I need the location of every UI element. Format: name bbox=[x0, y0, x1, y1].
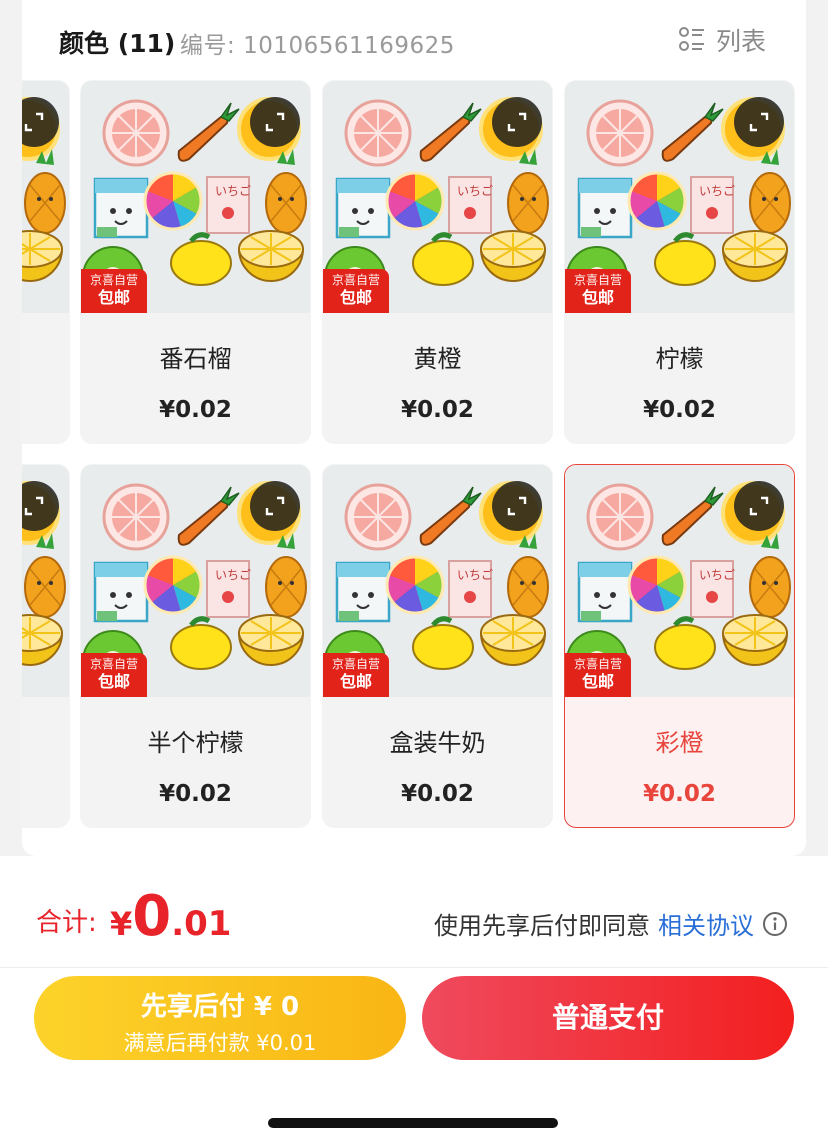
color-option-image: 京喜自营 包邮 bbox=[81, 81, 310, 313]
color-option-name: 半个柠檬 bbox=[147, 729, 244, 757]
badge-seller: 京喜自营 bbox=[573, 657, 622, 671]
expand-icon bbox=[749, 112, 769, 132]
total-currency: ¥ bbox=[110, 905, 133, 943]
free-shipping-badge: 京喜自营 包邮 bbox=[323, 269, 389, 313]
product-code-value: 10106561169625 bbox=[243, 33, 455, 59]
zoom-button[interactable] bbox=[250, 97, 300, 147]
list-view-toggle[interactable]: 列表 bbox=[678, 22, 766, 58]
zoom-button[interactable] bbox=[492, 481, 542, 531]
color-option-price: ¥0.02 bbox=[159, 781, 232, 807]
badge-seller: 京喜自营 bbox=[89, 657, 138, 671]
badge-free-shipping: 包邮 bbox=[339, 672, 372, 691]
expand-icon bbox=[507, 496, 527, 516]
total-integer: 0 bbox=[132, 884, 172, 949]
color-option-image: 京喜自营 包邮 bbox=[323, 465, 552, 697]
color-option-price: ¥0.02 bbox=[159, 397, 232, 423]
normal-pay-button[interactable]: 普通支付 bbox=[422, 976, 794, 1060]
expand-icon bbox=[265, 496, 285, 516]
color-option-name: 柠檬 bbox=[655, 345, 704, 373]
sku-selector-sheet: 颜色 (11) 编号: 10106561169625 列表 京喜自营 包邮 番石… bbox=[22, 0, 806, 856]
zoom-button[interactable] bbox=[250, 481, 300, 531]
color-option-card[interactable]: 京喜自营 包邮 番石榴 ¥0.02 bbox=[80, 80, 311, 444]
color-option-card[interactable]: 京喜自营 包邮 黄橙 ¥0.02 bbox=[322, 80, 553, 444]
color-option-price: ¥0.02 bbox=[643, 781, 716, 807]
color-option-name: 黄橙 bbox=[413, 345, 462, 373]
free-shipping-badge: 京喜自营 包邮 bbox=[565, 653, 631, 697]
color-option-price: ¥0.02 bbox=[401, 781, 474, 807]
color-option-grid: 京喜自营 包邮 番石榴 ¥0.02 京喜自营 包邮 黄橙 ¥0.02 京喜自营 … bbox=[22, 80, 806, 856]
list-view-label: 列表 bbox=[715, 27, 766, 56]
badge-free-shipping: 包邮 bbox=[97, 288, 130, 307]
sheet-header: 颜色 (11) 编号: 10106561169625 列表 bbox=[22, 0, 806, 80]
color-option-card[interactable]: 京喜自营 包邮 半个柠檬 ¥0.02 bbox=[80, 464, 311, 828]
list-view-icon bbox=[678, 27, 704, 51]
color-option-card[interactable]: 京喜自营 包邮 盒装牛奶 ¥0.02 bbox=[322, 464, 553, 828]
badge-seller: 京喜自营 bbox=[331, 273, 380, 287]
free-shipping-badge: 京喜自营 包邮 bbox=[81, 269, 147, 313]
color-count-title: 颜色 (11) bbox=[59, 29, 176, 58]
zoom-button[interactable] bbox=[734, 481, 784, 531]
color-option-image: 京喜自营 包邮 bbox=[323, 81, 552, 313]
expand-icon bbox=[749, 496, 769, 516]
color-option-card[interactable]: 京喜自营 包邮 柠檬 ¥0.02 bbox=[564, 80, 795, 444]
color-option-card-partial[interactable] bbox=[22, 464, 70, 828]
expand-icon bbox=[507, 112, 527, 132]
total-amount: ¥0.01 bbox=[110, 884, 231, 949]
color-option-name: 盒装牛奶 bbox=[389, 729, 486, 757]
color-option-image: 京喜自营 包邮 bbox=[81, 465, 310, 697]
badge-free-shipping: 包邮 bbox=[581, 288, 614, 307]
badge-free-shipping: 包邮 bbox=[339, 288, 372, 307]
agreement-text: 使用先享后付即同意 bbox=[434, 912, 650, 940]
color-option-image bbox=[22, 465, 69, 697]
badge-free-shipping: 包邮 bbox=[581, 672, 614, 691]
expand-icon bbox=[24, 496, 44, 516]
info-icon[interactable] bbox=[762, 911, 788, 937]
expand-icon bbox=[24, 112, 44, 132]
product-code-label: 编号: bbox=[180, 33, 236, 59]
color-option-image bbox=[22, 81, 69, 313]
badge-free-shipping: 包邮 bbox=[97, 672, 130, 691]
zoom-button[interactable] bbox=[492, 97, 542, 147]
free-shipping-badge: 京喜自营 包邮 bbox=[323, 653, 389, 697]
pay-later-button[interactable]: 先享后付 ¥ 0 满意后再付款 ¥0.01 bbox=[34, 976, 406, 1060]
color-option-image: 京喜自营 包邮 bbox=[565, 465, 794, 697]
product-code: 编号: 10106561169625 bbox=[180, 26, 455, 60]
badge-seller: 京喜自营 bbox=[331, 657, 380, 671]
agreement-link[interactable]: 相关协议 bbox=[658, 906, 754, 941]
total-bar: 合计: ¥0.01 使用先享后付即同意 相关协议 bbox=[0, 856, 828, 968]
color-option-price: ¥0.02 bbox=[401, 397, 474, 423]
pay-later-main-label: 先享后付 ¥ 0 bbox=[140, 992, 300, 1022]
color-option-name: 番石榴 bbox=[159, 345, 232, 373]
pay-later-sub-label: 满意后再付款 ¥0.01 bbox=[123, 1031, 317, 1055]
color-option-image: 京喜自营 包邮 bbox=[565, 81, 794, 313]
badge-seller: 京喜自营 bbox=[89, 273, 138, 287]
color-option-card-partial[interactable] bbox=[22, 80, 70, 444]
color-option-price: ¥0.02 bbox=[643, 397, 716, 423]
badge-seller: 京喜自营 bbox=[573, 273, 622, 287]
color-option-name: 彩橙 bbox=[655, 729, 704, 757]
agreement-notice: 使用先享后付即同意 相关协议 bbox=[434, 906, 788, 941]
total-decimal: .01 bbox=[171, 904, 232, 944]
zoom-button[interactable] bbox=[734, 97, 784, 147]
color-option-card-selected[interactable]: 京喜自营 包邮 彩橙 ¥0.02 bbox=[564, 464, 795, 828]
free-shipping-badge: 京喜自营 包邮 bbox=[565, 269, 631, 313]
expand-icon bbox=[265, 112, 285, 132]
total-label: 合计: bbox=[36, 908, 97, 938]
free-shipping-badge: 京喜自营 包邮 bbox=[81, 653, 147, 697]
home-indicator bbox=[268, 1118, 558, 1128]
